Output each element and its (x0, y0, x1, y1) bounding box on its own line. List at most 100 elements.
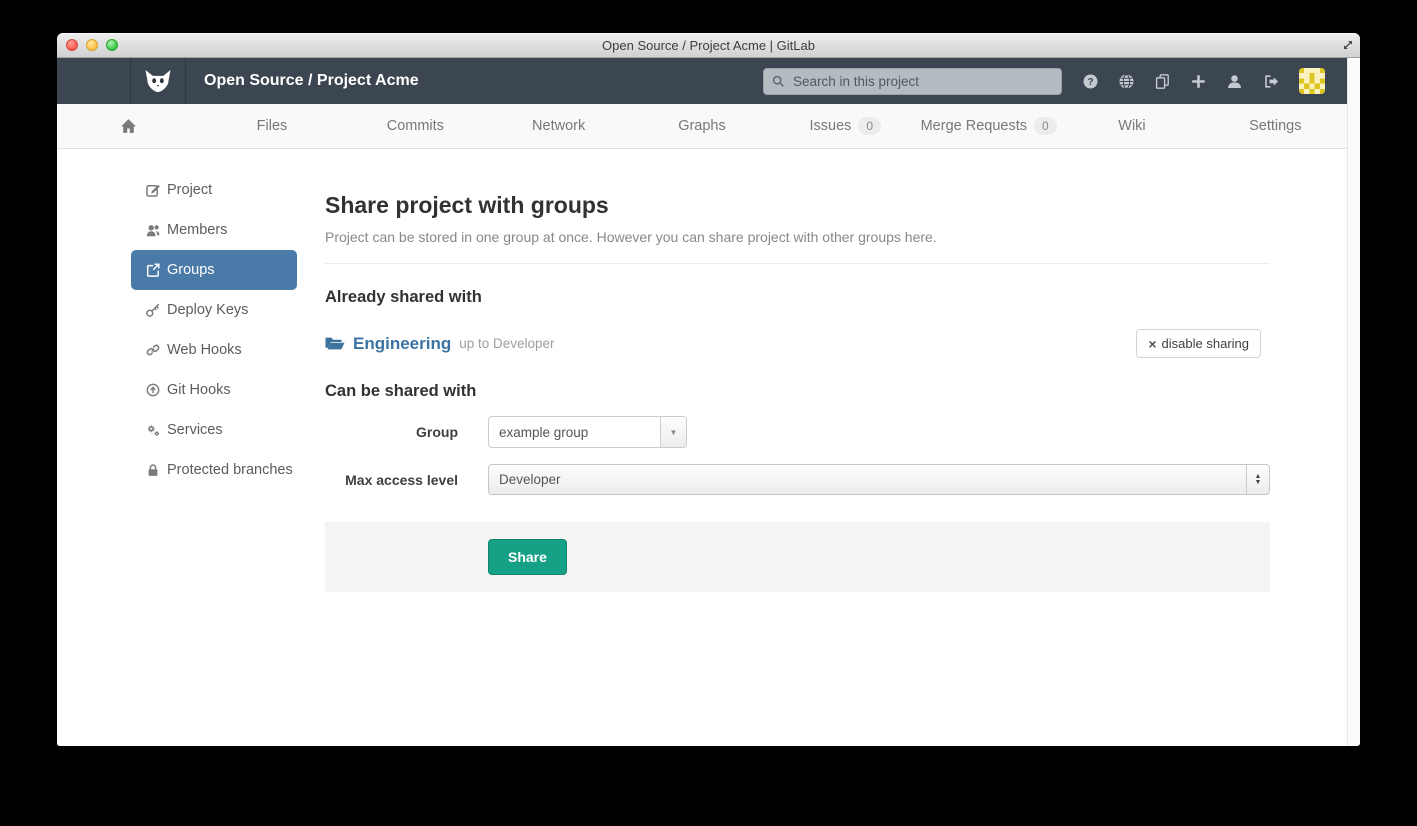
sidebar-item-label: Services (167, 422, 223, 438)
sidebar-item-label: Protected branches (167, 462, 293, 478)
chevron-down-icon: ▼ (670, 428, 678, 437)
gears-icon (146, 423, 160, 437)
tab-label: Graphs (678, 118, 726, 134)
max-access-form-row: Max access level Developer ▲ ▼ (325, 464, 1270, 495)
gitlab-app: Open Source / Project Acme ? (57, 58, 1347, 746)
sidebar-item-members[interactable]: Members (131, 210, 297, 250)
disable-sharing-label: disable sharing (1162, 336, 1249, 351)
folder-open-icon (325, 336, 345, 352)
sidebar-item-project[interactable]: Project (131, 170, 297, 210)
tab-label: Network (532, 118, 585, 134)
copy-snippets-icon[interactable] (1155, 74, 1170, 89)
sidebar-item-protected-branches[interactable]: Protected branches (131, 450, 297, 490)
group-form-row: Group example group ▼ (325, 416, 1270, 448)
spinner-down-icon: ▼ (1255, 480, 1262, 486)
divider (325, 263, 1270, 264)
sidebar-item-label: Project (167, 182, 212, 198)
lock-icon (146, 463, 160, 477)
mac-window: Open Source / Project Acme | GitLab (57, 33, 1360, 746)
close-window-button[interactable] (66, 39, 78, 51)
share-button[interactable]: Share (488, 539, 567, 575)
tab-merge-requests[interactable]: Merge Requests 0 (917, 104, 1060, 148)
select-spinner-icon[interactable]: ▲ ▼ (1246, 465, 1269, 494)
tab-label: Settings (1249, 118, 1301, 134)
pencil-square-icon (146, 183, 160, 197)
page-description: Project can be stored in one group at on… (325, 229, 1270, 245)
window-controls (66, 39, 118, 51)
issues-count-badge: 0 (858, 117, 881, 135)
tab-commits[interactable]: Commits (344, 104, 487, 148)
zoom-window-button[interactable] (106, 39, 118, 51)
users-icon (146, 223, 160, 237)
globe-icon[interactable] (1119, 74, 1134, 89)
group-select[interactable]: example group ▼ (488, 416, 687, 448)
group-select-value: example group (489, 425, 660, 440)
shared-group-link[interactable]: Engineering (353, 334, 451, 354)
arrow-circle-up-icon (146, 383, 160, 397)
max-access-select-value: Developer (489, 472, 1246, 487)
sidebar-item-label: Web Hooks (167, 342, 242, 358)
remove-icon: × (1148, 339, 1156, 349)
window-titlebar: Open Source / Project Acme | GitLab (57, 33, 1360, 58)
header-actions: ? (763, 68, 1347, 95)
already-shared-heading: Already shared with (325, 288, 1270, 307)
tab-issues[interactable]: Issues 0 (774, 104, 917, 148)
shared-group-row: Engineering up to Developer × disable sh… (325, 329, 1270, 358)
sidebar-item-git-hooks[interactable]: Git Hooks (131, 370, 297, 410)
max-access-label: Max access level (325, 472, 458, 488)
new-project-plus-icon[interactable] (1191, 74, 1206, 89)
share-square-icon (146, 263, 160, 277)
settings-content: Project Members Groups (57, 149, 1347, 592)
project-navbar: Files Commits Network Graphs Issues 0 Me… (57, 104, 1347, 149)
group-select-arrow[interactable]: ▼ (660, 417, 686, 447)
disable-sharing-button[interactable]: × disable sharing (1136, 329, 1261, 358)
tab-network[interactable]: Network (487, 104, 630, 148)
profile-user-icon[interactable] (1227, 74, 1242, 89)
sidebar-item-web-hooks[interactable]: Web Hooks (131, 330, 297, 370)
link-icon (146, 343, 160, 357)
search-box[interactable] (763, 68, 1062, 95)
minimize-window-button[interactable] (86, 39, 98, 51)
max-access-select[interactable]: Developer ▲ ▼ (488, 464, 1270, 495)
sidebar-item-deploy-keys[interactable]: Deploy Keys (131, 290, 297, 330)
tab-label: Wiki (1118, 118, 1145, 134)
tab-label: Merge Requests (921, 118, 1027, 134)
tab-wiki[interactable]: Wiki (1060, 104, 1203, 148)
sidebar-item-services[interactable]: Services (131, 410, 297, 450)
page-title: Share project with groups (325, 192, 1270, 219)
sidebar-item-groups[interactable]: Groups (131, 250, 297, 290)
form-actions: Share (325, 522, 1270, 592)
search-icon (772, 75, 785, 88)
merge-requests-count-badge: 0 (1034, 117, 1057, 135)
sidebar-item-label: Deploy Keys (167, 302, 248, 318)
shared-access-note: up to Developer (459, 336, 554, 351)
can-be-shared-heading: Can be shared with (325, 382, 1270, 401)
app-header: Open Source / Project Acme ? (57, 58, 1347, 104)
sidebar-item-label: Members (167, 222, 227, 238)
user-avatar[interactable] (1299, 68, 1325, 94)
share-project-panel: Share project with groups Project can be… (325, 170, 1270, 592)
window-title: Open Source / Project Acme | GitLab (57, 38, 1360, 53)
gitlab-logo-icon (143, 69, 173, 94)
tab-files[interactable]: Files (200, 104, 343, 148)
sidebar-item-label: Git Hooks (167, 382, 231, 398)
help-icon[interactable]: ? (1083, 74, 1098, 89)
tab-label: Issues (810, 118, 852, 134)
resize-icon[interactable] (1341, 38, 1355, 52)
tab-graphs[interactable]: Graphs (630, 104, 773, 148)
tab-label: Commits (387, 118, 444, 134)
project-breadcrumb: Open Source / Project Acme (204, 72, 419, 90)
group-label: Group (325, 424, 458, 440)
settings-sidebar: Project Members Groups (131, 170, 297, 592)
tab-home[interactable] (57, 104, 200, 148)
sign-out-icon[interactable] (1263, 74, 1278, 89)
home-icon (120, 118, 137, 134)
header-left-spacer (57, 58, 131, 104)
scrollbar-track[interactable] (1347, 58, 1360, 746)
tab-settings[interactable]: Settings (1204, 104, 1347, 148)
sidebar-item-label: Groups (167, 262, 215, 278)
search-input[interactable] (791, 73, 1053, 90)
gitlab-logo[interactable] (131, 58, 186, 104)
tab-label: Files (257, 118, 288, 134)
key-icon (146, 303, 160, 317)
